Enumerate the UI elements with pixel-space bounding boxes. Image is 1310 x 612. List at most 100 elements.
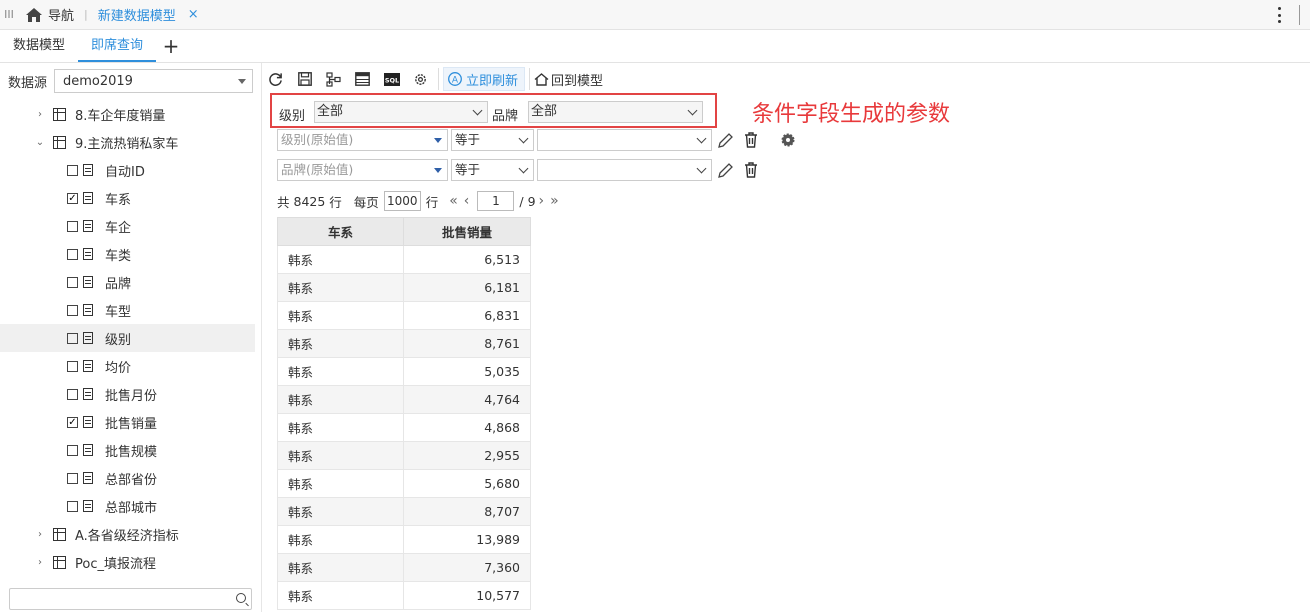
- divider: [1299, 5, 1300, 25]
- trash-icon[interactable]: [743, 161, 759, 179]
- tree-node-label: 8.车企年度销量: [75, 108, 166, 124]
- field-checkbox[interactable]: [67, 500, 78, 512]
- trash-icon[interactable]: [743, 131, 759, 149]
- field-checkbox[interactable]: [67, 444, 78, 456]
- table-icon: [53, 555, 66, 569]
- refresh-button[interactable]: [264, 67, 287, 91]
- field-checkbox[interactable]: ✓: [67, 416, 78, 428]
- datasource-row: 数据源 demo2019: [8, 69, 253, 93]
- tree-table-node[interactable]: ⌄ 9.主流热销私家车: [0, 128, 255, 156]
- tree-field-node[interactable]: 级别: [0, 324, 255, 352]
- cell-wholesale-volume: 13,989: [403, 525, 531, 554]
- cell-car-series: 韩系: [277, 357, 404, 386]
- back-to-model-button[interactable]: 回到模型: [534, 70, 603, 89]
- tree-search-input[interactable]: [9, 588, 252, 610]
- prev-page-icon[interactable]: ‹: [464, 193, 470, 209]
- per-page-input[interactable]: 1000: [383, 191, 421, 211]
- sql-button[interactable]: SQL: [380, 67, 403, 91]
- table-row: 韩系 4,764: [277, 385, 531, 414]
- more-vertical-icon[interactable]: [1278, 7, 1282, 23]
- tree-field-node[interactable]: 品牌: [0, 268, 255, 296]
- tree-field-node[interactable]: 批售月份: [0, 380, 255, 408]
- tree-table-node[interactable]: › Poc_填报流程: [0, 548, 255, 576]
- filter-operator-select[interactable]: 等于: [451, 159, 534, 181]
- cell-wholesale-volume: 4,764: [403, 385, 531, 414]
- table-view-button[interactable]: [351, 67, 374, 91]
- gear-icon[interactable]: [780, 131, 796, 149]
- grip-icon[interactable]: III: [0, 8, 18, 21]
- relation-button[interactable]: [322, 67, 345, 91]
- filter-field-select[interactable]: 品牌(原始值): [277, 159, 448, 181]
- sql-icon-label: SQL: [384, 76, 398, 84]
- field-checkbox[interactable]: [67, 164, 78, 176]
- close-icon[interactable]: ×: [188, 7, 199, 22]
- param-label-level: 级别: [279, 109, 306, 124]
- tree-field-node[interactable]: 批售规模: [0, 436, 255, 464]
- tree-field-node[interactable]: 车型: [0, 296, 255, 324]
- first-page-icon[interactable]: «: [449, 193, 458, 209]
- edit-icon[interactable]: [717, 131, 733, 149]
- tree-field-node[interactable]: 均价: [0, 352, 255, 380]
- total-unit: 行: [329, 194, 342, 210]
- chevron-right-icon[interactable]: ›: [34, 529, 46, 540]
- filter-operator-select[interactable]: 等于: [451, 129, 534, 151]
- tree-field-node[interactable]: 总部省份: [0, 464, 255, 492]
- datasource-select[interactable]: demo2019: [54, 69, 253, 93]
- last-page-icon[interactable]: »: [550, 193, 559, 209]
- field-checkbox[interactable]: ✓: [67, 192, 78, 204]
- tree-field-node[interactable]: 车企: [0, 212, 255, 240]
- edit-icon[interactable]: [717, 161, 733, 179]
- settings-button[interactable]: [409, 67, 432, 91]
- param-select-level[interactable]: 全部: [314, 101, 488, 123]
- chevron-right-icon[interactable]: ›: [34, 557, 46, 568]
- next-page-icon[interactable]: ›: [539, 193, 545, 209]
- add-tab-button[interactable]: +: [156, 30, 186, 62]
- home-icon[interactable]: [26, 7, 42, 22]
- tree-table-node[interactable]: › A.各省级经济指标: [0, 520, 255, 548]
- field-icon: [83, 164, 93, 176]
- field-checkbox[interactable]: [67, 276, 78, 288]
- tab-data-model[interactable]: 数据模型: [0, 30, 78, 62]
- table-row: 韩系 6,831: [277, 301, 531, 330]
- field-checkbox[interactable]: [67, 388, 78, 400]
- cell-wholesale-volume: 6,831: [403, 301, 531, 330]
- tree-field-node[interactable]: 自动ID: [0, 156, 255, 184]
- tree-table-node[interactable]: › 8.车企年度销量: [0, 100, 255, 128]
- tree-node-label: 级别: [105, 332, 132, 348]
- filter-value-select[interactable]: [537, 129, 712, 151]
- tree-field-node[interactable]: 车类: [0, 240, 255, 268]
- chevron-down-icon: [696, 163, 707, 174]
- tab-new-data-model[interactable]: 新建数据模型: [98, 5, 176, 24]
- chevron-right-icon[interactable]: ›: [34, 109, 46, 120]
- field-checkbox[interactable]: [67, 332, 78, 344]
- field-checkbox[interactable]: [67, 304, 78, 316]
- field-checkbox[interactable]: [67, 360, 78, 372]
- param-label-brand: 品牌: [492, 109, 519, 124]
- nav-label[interactable]: 导航: [48, 5, 74, 24]
- tab-ad-hoc-query[interactable]: 即席查询: [78, 30, 157, 62]
- field-checkbox[interactable]: [67, 248, 78, 260]
- column-header-car-series[interactable]: 车系: [277, 217, 404, 246]
- tree-field-node[interactable]: ✓ 车系: [0, 184, 255, 212]
- param-select-brand[interactable]: 全部: [528, 101, 703, 123]
- refresh-now-button[interactable]: A 立即刷新: [443, 67, 526, 91]
- table-row: 韩系 2,955: [277, 441, 531, 470]
- filter-field-select[interactable]: 级别(原始值): [277, 129, 448, 151]
- chevron-down-icon[interactable]: ⌄: [34, 137, 46, 148]
- column-header-wholesale-volume[interactable]: 批售销量: [403, 217, 531, 246]
- field-icon: [83, 192, 93, 204]
- sql-icon: SQL: [383, 72, 400, 86]
- field-checkbox[interactable]: [67, 472, 78, 484]
- cell-wholesale-volume: 4,868: [403, 413, 531, 442]
- field-checkbox[interactable]: [67, 220, 78, 232]
- back-to-model-label: 回到模型: [551, 73, 604, 89]
- cell-wholesale-volume: 5,035: [403, 357, 531, 386]
- table-icon: [53, 107, 66, 121]
- tree-field-node[interactable]: ✓ 批售销量: [0, 408, 255, 436]
- save-button[interactable]: [293, 67, 316, 91]
- table-row: 韩系 8,761: [277, 329, 531, 358]
- filter-value-select[interactable]: [537, 159, 712, 181]
- search-icon[interactable]: [236, 593, 246, 603]
- tree-field-node[interactable]: 总部城市: [0, 492, 255, 520]
- page-number-input[interactable]: 1: [477, 191, 515, 211]
